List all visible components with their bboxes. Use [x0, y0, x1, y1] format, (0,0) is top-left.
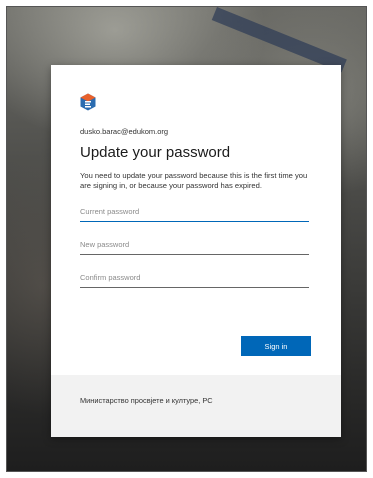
page-description: You need to update your password because… [80, 171, 308, 190]
sign-in-button[interactable]: Sign in [241, 336, 311, 356]
sign-in-card: dusko.barac@edukom.org Update your passw… [51, 65, 341, 437]
current-password-input[interactable] [80, 203, 309, 222]
screenshot-frame: dusko.barac@edukom.org Update your passw… [6, 6, 367, 472]
card-footer: Министарство просвјете и културе, РС [51, 375, 341, 437]
confirm-password-input[interactable] [80, 269, 309, 288]
card-body: dusko.barac@edukom.org Update your passw… [51, 65, 341, 375]
page-title: Update your password [80, 144, 231, 161]
new-password-input[interactable] [80, 236, 309, 255]
account-email: dusko.barac@edukom.org [80, 127, 169, 136]
organization-logo-icon [80, 93, 96, 111]
organization-name: Министарство просвјете и културе, РС [80, 396, 213, 405]
